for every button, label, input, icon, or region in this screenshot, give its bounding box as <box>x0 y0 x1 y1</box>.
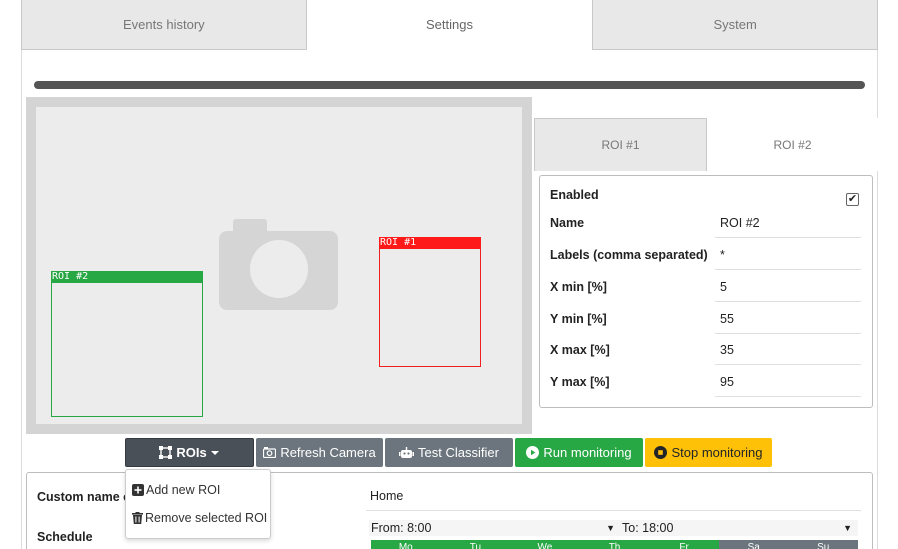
tab-system[interactable]: System <box>592 0 879 50</box>
xmax-field[interactable]: 35 <box>715 335 861 365</box>
rois-dropdown-button[interactable]: ROIs <box>125 438 254 467</box>
run-monitoring-button[interactable]: Run monitoring <box>515 438 643 467</box>
refresh-camera-label: Refresh Camera <box>280 445 376 460</box>
day-monday[interactable]: Mo <box>371 540 441 549</box>
day-friday[interactable]: Fr <box>649 540 719 549</box>
from-time-value: From: 8:00 <box>371 521 432 535</box>
caret-down-icon <box>210 450 219 455</box>
roi-box-label: ROI #1 <box>379 237 481 249</box>
robot-icon <box>399 446 415 458</box>
custom-name-label: Custom name o <box>37 490 131 504</box>
add-roi-menu-item[interactable]: Add new ROI <box>132 480 220 500</box>
name-label: Name <box>550 216 585 230</box>
to-time-select[interactable]: To: 18:00 ▼ <box>620 520 858 536</box>
refresh-camera-button[interactable]: Refresh Camera <box>256 438 383 467</box>
custom-name-field[interactable]: Home <box>370 489 403 503</box>
roi-settings-panel: Enabled ✔ Name ROI #2 Labels (comma sepa… <box>539 175 873 408</box>
tab-settings[interactable]: Settings <box>306 0 593 50</box>
roi-tabs: ROI #1 ROI #2 <box>534 118 878 171</box>
select-arrow-icon: ▼ <box>606 523 615 533</box>
labels-label: Labels (comma separated) <box>550 248 708 262</box>
roi-box-1[interactable]: ROI #1 <box>379 237 481 367</box>
xmax-row: X max [%] 35 <box>550 335 861 366</box>
xmax-label: X max [%] <box>550 343 610 357</box>
ymax-field[interactable]: 95 <box>715 367 861 397</box>
ymin-label: Y min [%] <box>550 312 607 326</box>
xmin-label: X min [%] <box>550 280 607 294</box>
rois-button-label: ROIs <box>176 445 207 460</box>
test-classifier-button[interactable]: Test Classifier <box>385 438 513 467</box>
roi-box-label: ROI #2 <box>51 271 203 283</box>
stop-circle-icon <box>654 446 668 459</box>
enabled-checkbox[interactable]: ✔ <box>846 193 859 206</box>
tab-roi-1[interactable]: ROI #1 <box>534 118 707 171</box>
main-tabs: Events history Settings System <box>21 0 879 50</box>
stop-monitoring-button[interactable]: Stop monitoring <box>645 438 772 467</box>
camera-icon <box>263 447 277 458</box>
remove-roi-menu-item[interactable]: Remove selected ROI <box>132 508 267 528</box>
rois-dropdown-menu: Add new ROI Remove selected ROI <box>125 469 271 539</box>
name-row: Name ROI #2 <box>550 208 861 239</box>
enabled-label: Enabled <box>550 188 599 202</box>
roi-select-icon <box>159 446 173 459</box>
custom-name-underline <box>366 510 861 511</box>
labels-field[interactable]: * <box>715 240 861 270</box>
ymin-row: Y min [%] 55 <box>550 304 861 335</box>
to-time-value: To: 18:00 <box>622 521 674 535</box>
labels-row: Labels (comma separated) * <box>550 240 861 271</box>
progress-bar <box>34 81 865 89</box>
play-circle-icon <box>526 446 540 459</box>
test-classifier-label: Test Classifier <box>418 445 499 460</box>
enabled-row: Enabled ✔ <box>550 180 861 211</box>
ymax-label: Y max [%] <box>550 375 610 389</box>
camera-placeholder-icon <box>219 219 338 310</box>
roi-box-2[interactable]: ROI #2 <box>51 271 203 417</box>
remove-roi-label: Remove selected ROI <box>145 511 268 525</box>
tab-events-history[interactable]: Events history <box>21 0 307 50</box>
add-roi-label: Add new ROI <box>146 483 221 497</box>
xmin-row: X min [%] 5 <box>550 272 861 303</box>
plus-square-icon <box>132 484 144 496</box>
xmin-field[interactable]: 5 <box>715 272 861 302</box>
day-tuesday[interactable]: Tu <box>440 540 511 549</box>
ymax-row: Y max [%] 95 <box>550 367 861 398</box>
from-time-select[interactable]: From: 8:00 ▼ <box>369 520 621 536</box>
day-thursday[interactable]: Th <box>579 540 650 549</box>
weekday-selector: Mo Tu We Th Fr Sa Su <box>371 540 858 549</box>
select-arrow-icon: ▼ <box>843 523 852 533</box>
schedule-label: Schedule <box>37 530 93 544</box>
run-monitoring-label: Run monitoring <box>543 445 632 460</box>
ymin-field[interactable]: 55 <box>715 304 861 334</box>
name-field[interactable]: ROI #2 <box>715 208 861 238</box>
day-sunday[interactable]: Su <box>788 540 858 549</box>
day-wednesday[interactable]: We <box>510 540 580 549</box>
trash-icon <box>132 512 143 524</box>
tab-roi-2[interactable]: ROI #2 <box>707 118 878 171</box>
stop-monitoring-label: Stop monitoring <box>671 445 763 460</box>
day-saturday[interactable]: Sa <box>718 540 789 549</box>
